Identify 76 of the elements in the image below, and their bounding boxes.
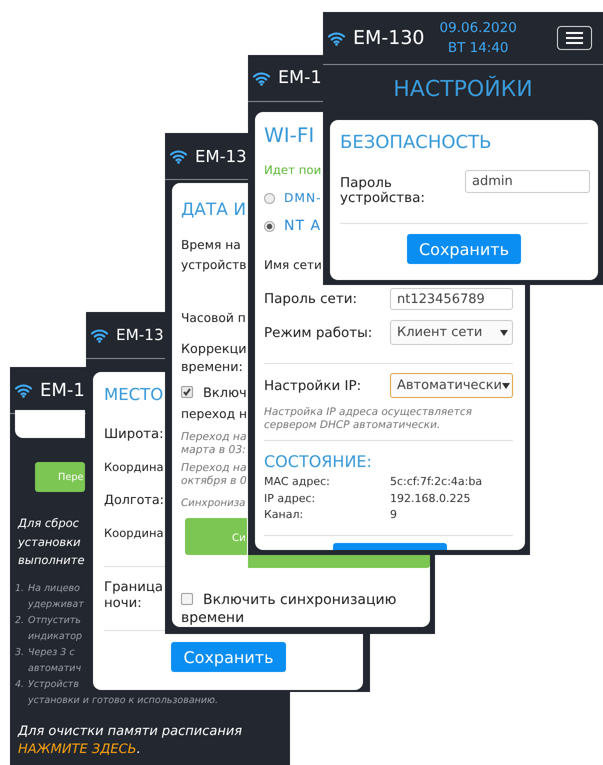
ip-note: Настройка IP адреса осуществляется сервером DHCP автоматически. — [264, 406, 472, 432]
field-label: Режим работы: — [264, 324, 374, 340]
transition-note: Переход на октября в 0 — [181, 460, 247, 486]
wifi-icon — [169, 148, 188, 164]
card-title: WI-FI — [264, 122, 314, 149]
checkbox-label: Включить синхронизацию — [203, 592, 396, 608]
field-label: Имя сети — [264, 257, 322, 274]
device-name: EM-1 — [278, 68, 322, 88]
scan-status: Идет пои — [264, 162, 322, 178]
page-title: НАСТРОЙКИ — [392, 74, 534, 104]
sync-note: Синхрониза — [181, 497, 246, 511]
step-text: Отпустить индикатор — [28, 614, 82, 644]
field-label: Коррекци времени: — [181, 341, 247, 377]
wifi-icon — [14, 382, 33, 398]
field-label: Координа — [104, 459, 164, 476]
card-title: МЕСТО — [104, 384, 164, 406]
step-text: На лицево удерживат — [28, 582, 84, 612]
step-text: Через 3 с автоматич — [28, 646, 82, 676]
field-label: Время на устройств — [181, 237, 246, 274]
select-field[interactable]: Автоматически — [390, 373, 513, 398]
input-field[interactable]: admin — [465, 170, 590, 193]
transition-note: Переход на марта в 03: — [181, 430, 247, 456]
input-field[interactable]: nt123456789 — [390, 288, 513, 310]
checkbox-label: Включ — [203, 386, 247, 401]
checkbox[interactable] — [181, 386, 193, 398]
radio-button[interactable] — [264, 192, 275, 204]
field-label: Широта: — [104, 426, 164, 444]
menu-button[interactable] — [557, 26, 592, 50]
checkbox[interactable] — [181, 593, 193, 605]
field-label: Координа — [104, 525, 164, 542]
field-label: Пароль сети: — [264, 291, 358, 307]
wifi-icon — [252, 70, 271, 86]
step-number: 1. — [15, 582, 26, 596]
status-label: Канал: — [264, 507, 304, 523]
menu-icon — [566, 32, 583, 44]
clear-memory-note: Для очистки памяти расписания НАЖМИТЕ ЗДЕСЬ. — [18, 723, 242, 759]
save-button[interactable]: Сохранить — [407, 234, 521, 264]
section-title: СОСТОЯНИЕ: — [264, 452, 372, 472]
caret-icon — [500, 330, 508, 336]
date-text: 09.06.2020 — [440, 19, 517, 38]
step-number: 4. — [15, 678, 26, 692]
reset-button[interactable]: Пере — [35, 462, 85, 492]
radio-button[interactable] — [264, 220, 275, 232]
field-label: Настройки IP: — [264, 378, 362, 394]
caret-icon — [502, 382, 510, 388]
field-label: Граница ночи: — [104, 580, 164, 612]
network-name[interactable]: DMN- — [284, 191, 322, 205]
device-name: EM-130 — [353, 27, 425, 49]
status-label: IP адрес: — [264, 490, 316, 506]
save-button[interactable]: Сохранить — [171, 642, 286, 672]
clear-memory-link[interactable]: НАЖМИТЕ ЗДЕСЬ — [18, 742, 137, 757]
step-number: 2. — [15, 614, 26, 628]
day-time-text: ВТ 14:40 — [446, 39, 510, 58]
card-title: ДАТА И — [181, 199, 246, 222]
field-label: Долгота: — [104, 492, 164, 510]
status-value: 5c:cf:7f:2c:4a:ba — [390, 474, 482, 490]
network-name[interactable]: NT A — [284, 218, 322, 234]
step-number: 3. — [15, 646, 26, 660]
device-name: EM-13 — [116, 326, 164, 344]
field-label: Пароль устройства: — [340, 176, 426, 206]
checkbox-label: переход н — [181, 407, 247, 421]
card-title: БЕЗОПАСНОСТЬ — [340, 131, 492, 155]
sync-button[interactable]: Си — [185, 518, 247, 555]
field-label: Часовой п — [181, 310, 246, 327]
checkbox-label: времени — [181, 610, 244, 626]
step-text: Устройств установки и готово к использованию. — [28, 678, 218, 708]
card-background — [15, 410, 85, 438]
reset-instructions: Для сброс установки выполните — [18, 515, 85, 569]
wifi-icon — [327, 30, 346, 46]
status-label: MAC адрес: — [264, 474, 331, 490]
status-value: 9 — [390, 507, 397, 523]
select-field[interactable]: Клиент сети — [390, 320, 513, 345]
device-name: EM-1 — [40, 380, 85, 400]
status-value: 192.168.0.225 — [390, 490, 470, 506]
wifi-icon — [90, 328, 109, 342]
device-name: EM-13 — [195, 146, 247, 166]
